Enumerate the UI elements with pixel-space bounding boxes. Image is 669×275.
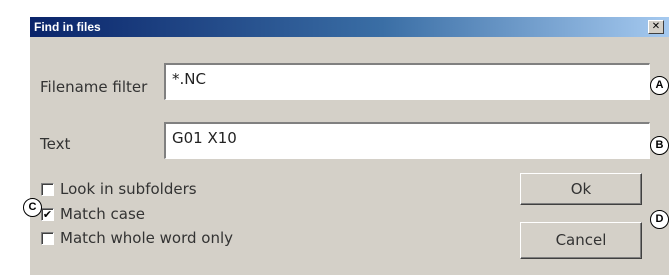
checkmark-icon: ✔ xyxy=(42,208,53,221)
filename-filter-input[interactable]: *.NC xyxy=(164,63,650,100)
ok-button[interactable]: Ok xyxy=(520,173,642,205)
look-in-subfolders-label[interactable]: Look in subfolders xyxy=(60,180,197,198)
text-input[interactable]: G01 X10 xyxy=(164,122,650,159)
text-label: Text xyxy=(40,135,71,153)
match-whole-word-label[interactable]: Match whole word only xyxy=(60,229,233,247)
callout-c: C xyxy=(23,198,42,217)
filename-filter-label: Filename filter xyxy=(40,78,148,96)
callout-d: D xyxy=(650,210,669,229)
title-bar[interactable]: Find in files ✕ xyxy=(30,17,669,37)
close-button[interactable]: ✕ xyxy=(648,20,664,34)
close-icon: ✕ xyxy=(651,21,661,32)
match-case-checkbox[interactable]: ✔ xyxy=(41,208,54,221)
dialog-title: Find in files xyxy=(34,20,101,34)
callout-a: A xyxy=(650,76,669,95)
match-case-label[interactable]: Match case xyxy=(60,205,145,223)
match-whole-word-checkbox[interactable] xyxy=(41,232,54,245)
cancel-button[interactable]: Cancel xyxy=(520,222,642,259)
find-in-files-dialog: Find in files ✕ Filename filter *.NC Tex… xyxy=(29,16,669,275)
look-in-subfolders-checkbox[interactable] xyxy=(41,183,54,196)
callout-b: B xyxy=(650,136,669,155)
